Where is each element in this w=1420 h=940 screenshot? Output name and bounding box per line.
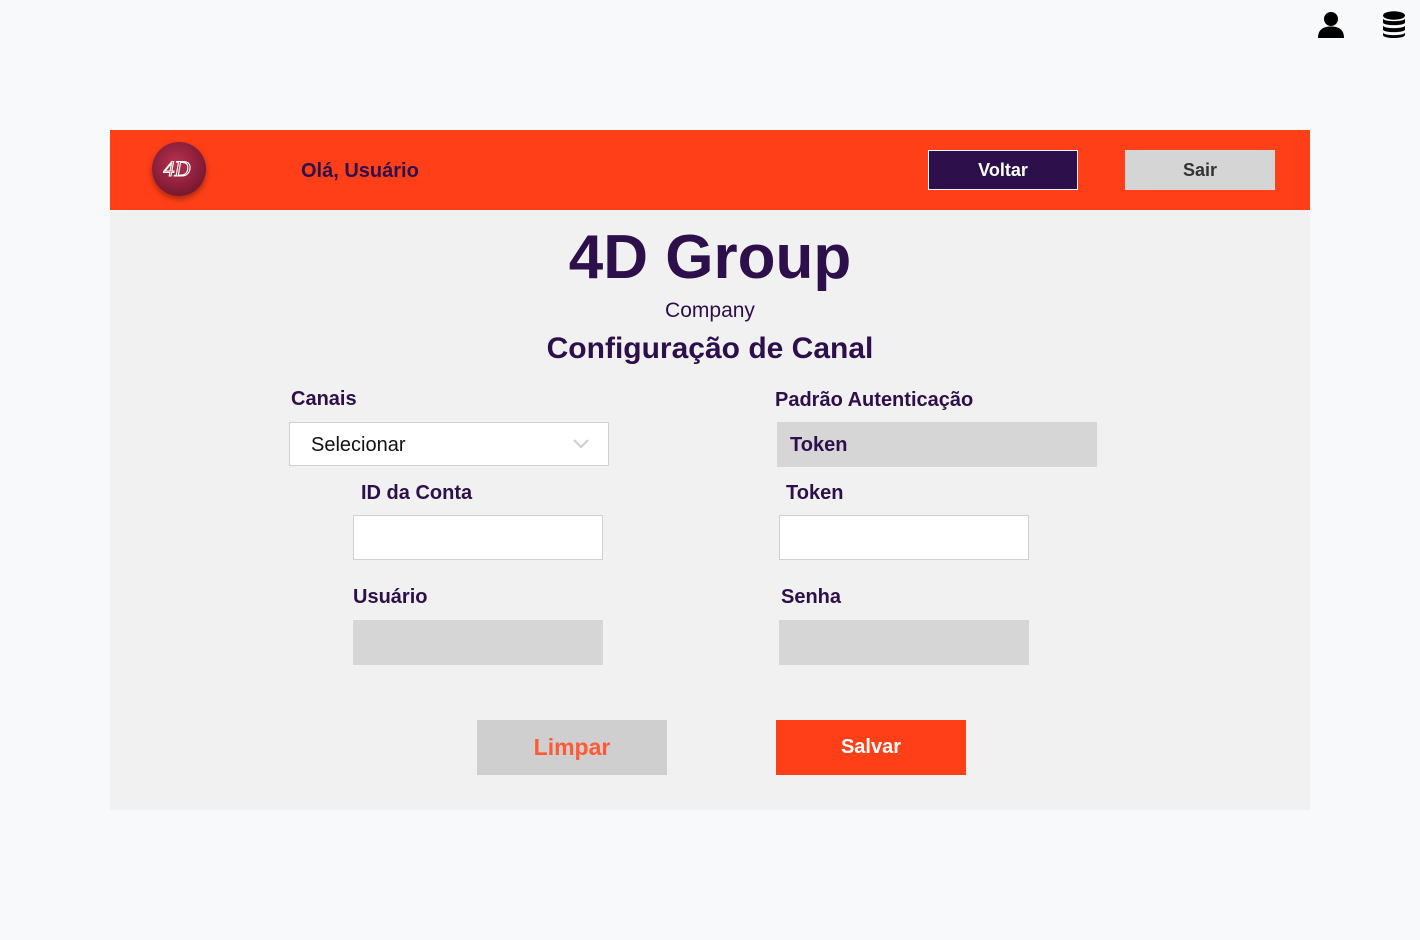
clear-button[interactable]: Limpar [477,720,667,775]
password-label: Senha [781,586,842,608]
token-label: Token [786,482,844,504]
auth-standard-label: Padrão Autenticação [775,389,974,411]
logo-text: 4D [164,156,191,181]
channels-label: Canais [291,388,357,410]
company-logo: 4D [152,142,206,196]
password-input[interactable] [779,620,1029,665]
channels-select-value: Selecionar [311,434,406,456]
token-input[interactable] [779,515,1029,560]
auth-standard-value: Token [790,434,848,456]
database-icon[interactable] [1380,10,1410,40]
chevron-down-icon [572,437,590,451]
app-header: 4D Olá, Usuário Voltar Sair [110,130,1310,210]
logout-button[interactable]: Sair [1125,150,1275,190]
account-id-label: ID da Conta [361,482,473,504]
brand-name: 4D Group [568,223,852,292]
user-input[interactable] [353,620,603,665]
channels-select[interactable]: Selecionar [289,422,609,466]
back-button[interactable]: Voltar [928,150,1078,190]
save-button[interactable]: Salvar [776,720,966,775]
user-label: Usuário [353,586,428,608]
user-greeting: Olá, Usuário [301,160,419,182]
channel-config-card: 4D Olá, Usuário Voltar Sair 4D Group Com… [110,130,1310,810]
brand-subtitle: Company [665,299,755,322]
user-icon[interactable] [1316,10,1346,40]
account-id-input[interactable] [353,515,603,560]
auth-standard-field[interactable]: Token [777,422,1097,467]
page-title: Configuração de Canal [546,332,874,365]
